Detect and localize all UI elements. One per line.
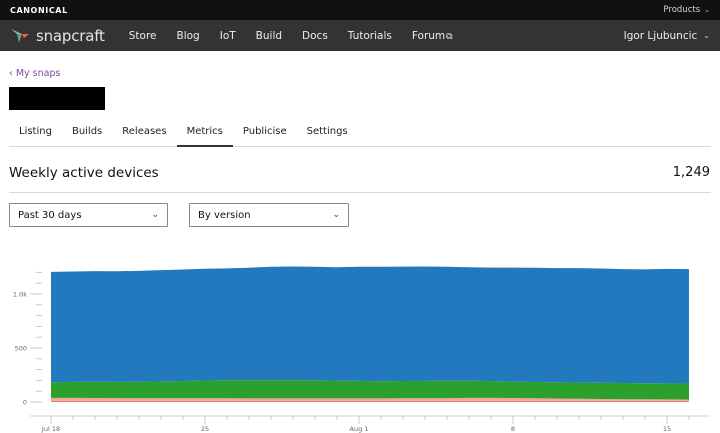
active-devices-total: 1,249 bbox=[672, 165, 710, 180]
nav-forum[interactable]: Forum⧉ bbox=[412, 30, 453, 42]
x-tick-label: 25 bbox=[201, 425, 209, 433]
metrics-heading: Weekly active devices bbox=[9, 165, 159, 181]
y-tick-label: 500 bbox=[15, 345, 27, 353]
nav-blog[interactable]: Blog bbox=[177, 30, 200, 42]
tab-settings[interactable]: Settings bbox=[297, 120, 358, 147]
x-tick-label: Jul 18 bbox=[41, 425, 60, 433]
chevron-down-icon: ⌄ bbox=[151, 210, 159, 220]
user-menu[interactable]: Igor Ljubuncic ⌄ bbox=[624, 30, 710, 42]
series-area-2[interactable] bbox=[51, 380, 689, 400]
nav-store[interactable]: Store bbox=[129, 30, 157, 42]
canonical-logo[interactable]: CANONICAL bbox=[10, 6, 68, 15]
external-link-icon: ⧉ bbox=[446, 31, 453, 42]
type-select-value: By version bbox=[198, 209, 251, 221]
tab-metrics[interactable]: Metrics bbox=[176, 120, 233, 147]
tab-releases[interactable]: Releases bbox=[112, 120, 176, 147]
tab-publicise[interactable]: Publicise bbox=[233, 120, 297, 147]
tab-listing[interactable]: Listing bbox=[9, 120, 62, 147]
x-tick-label: Aug 1 bbox=[350, 425, 369, 433]
products-label: Products bbox=[663, 5, 701, 15]
snapcraft-bird-icon bbox=[11, 28, 29, 43]
y-tick-label: 0 bbox=[23, 399, 27, 407]
chevron-down-icon: ⌄ bbox=[332, 210, 340, 220]
canonical-bar: CANONICAL Products ⌄ bbox=[0, 0, 720, 20]
period-select[interactable]: Past 30 days ⌄ bbox=[9, 203, 168, 227]
nav-tutorials[interactable]: Tutorials bbox=[348, 30, 392, 42]
chevron-down-icon: ⌄ bbox=[704, 6, 710, 14]
series-area-3[interactable] bbox=[51, 266, 689, 384]
nav-build[interactable]: Build bbox=[256, 30, 282, 42]
nav-docs[interactable]: Docs bbox=[302, 30, 328, 42]
chevron-down-icon: ⌄ bbox=[703, 31, 710, 40]
period-select-value: Past 30 days bbox=[18, 209, 82, 221]
tab-builds[interactable]: Builds bbox=[62, 120, 112, 147]
user-name: Igor Ljubuncic bbox=[623, 29, 698, 42]
divider bbox=[9, 192, 711, 193]
x-tick-label: 15 bbox=[663, 425, 671, 433]
snap-tabs: Listing Builds Releases Metrics Publicis… bbox=[9, 120, 711, 147]
snapcraft-logo[interactable]: snapcraft bbox=[10, 27, 105, 45]
y-tick-label: 1.0k bbox=[13, 291, 27, 299]
type-select[interactable]: By version ⌄ bbox=[189, 203, 349, 227]
nav-forum-label: Forum bbox=[411, 29, 446, 42]
x-tick-label: 8 bbox=[511, 425, 515, 433]
series-area-0[interactable] bbox=[51, 400, 689, 402]
main-navigation: snapcraft Store Blog IoT Build Docs Tuto… bbox=[0, 20, 720, 51]
products-menu[interactable]: Products ⌄ bbox=[663, 5, 710, 15]
snapcraft-wordmark: snapcraft bbox=[36, 26, 105, 45]
breadcrumb-my-snaps[interactable]: ‹ My snaps bbox=[9, 68, 60, 79]
nav-iot[interactable]: IoT bbox=[220, 30, 236, 42]
weekly-active-devices-chart: 0 500 1.0k Jul 18 25 Aug 1 8 15 bbox=[13, 266, 710, 433]
redacted-snap-title bbox=[9, 87, 105, 110]
